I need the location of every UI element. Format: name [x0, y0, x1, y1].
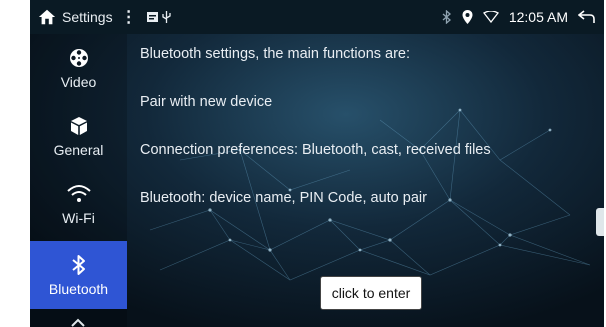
- back-arrow-icon[interactable]: [578, 10, 596, 24]
- film-reel-icon: [69, 49, 88, 67]
- more-menu-icon[interactable]: ⋮: [121, 7, 137, 27]
- status-title: Settings: [62, 9, 113, 25]
- status-bar: Settings ⋮ 12:05 AM: [30, 0, 604, 34]
- description-heading: Bluetooth settings, the main functions a…: [140, 46, 411, 62]
- sidebar-item-label: Bluetooth: [48, 281, 109, 297]
- wifi-status-icon: [482, 11, 499, 23]
- clock: 12:05 AM: [508, 9, 568, 25]
- function-line: Connection preferences: Bluetooth, cast,…: [140, 142, 491, 158]
- notification-icons: [146, 11, 171, 23]
- home-icon[interactable]: [38, 8, 56, 26]
- location-icon: [462, 10, 473, 24]
- head-unit-screen: Settings ⋮ 12:05 AM Video General Wi-Fi …: [30, 0, 604, 327]
- sidebar-item-general[interactable]: General: [30, 102, 127, 170]
- usb-icon: [161, 11, 171, 23]
- bluetooth-icon: [71, 255, 85, 275]
- sidebar-item-wifi[interactable]: Wi-Fi: [30, 170, 127, 238]
- edge-pull-tab[interactable]: [596, 208, 604, 236]
- partial-sidebar-icon: [71, 318, 85, 327]
- click-to-enter-button[interactable]: click to enter: [320, 276, 422, 310]
- sidebar-item-bluetooth[interactable]: Bluetooth: [30, 241, 127, 309]
- main-content: Bluetooth settings, the main functions a…: [140, 34, 604, 327]
- settings-sidebar: Video General Wi-Fi Bluetooth: [30, 34, 127, 327]
- cube-icon: [70, 117, 87, 135]
- sidebar-item-label: Wi-Fi: [62, 210, 95, 226]
- sidebar-item-label: Video: [60, 74, 97, 90]
- sidebar-item-video[interactable]: Video: [30, 34, 127, 102]
- function-line: Pair with new device: [140, 94, 273, 110]
- function-line: Bluetooth: device name, PIN Code, auto p…: [140, 190, 427, 206]
- wifi-icon: [66, 185, 91, 202]
- bluetooth-status-icon: [442, 10, 451, 24]
- image-icon: [146, 12, 158, 22]
- sidebar-item-label: General: [53, 142, 104, 158]
